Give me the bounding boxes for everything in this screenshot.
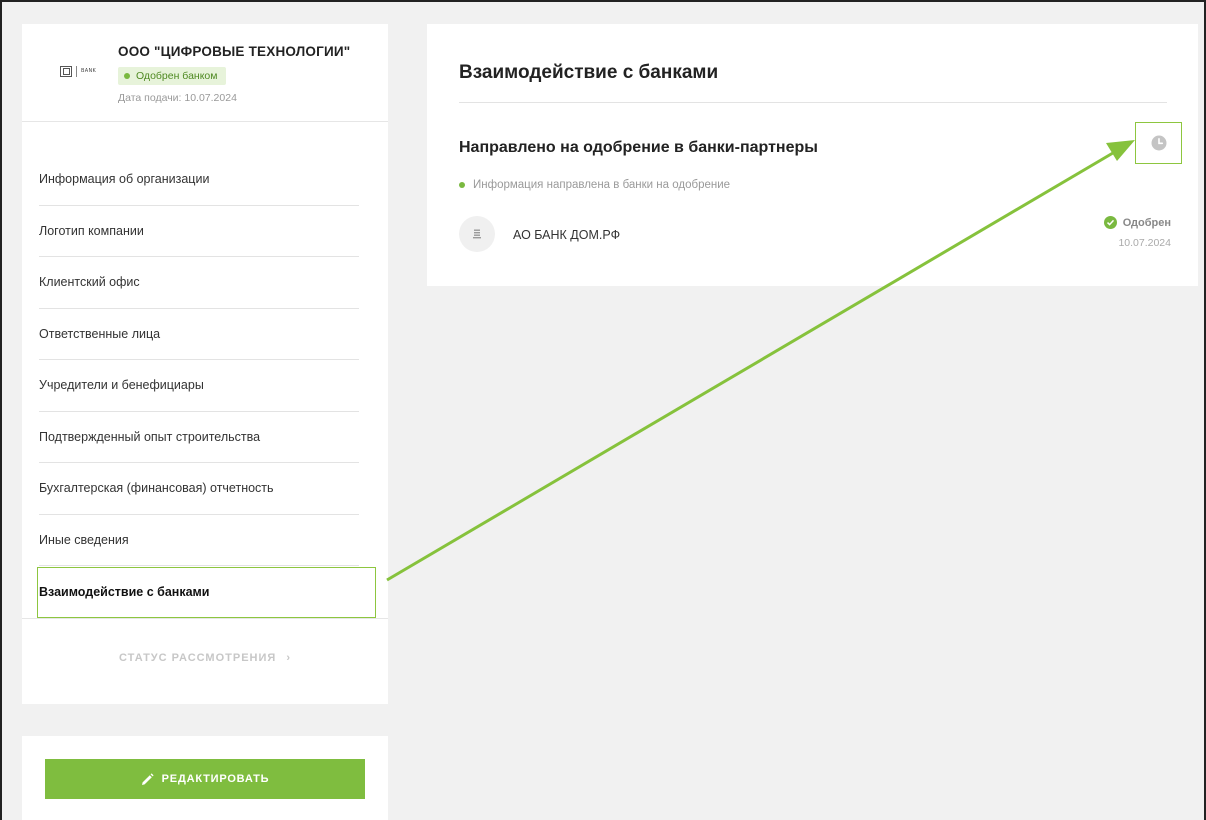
sidebar-nav: Информация об организации Логотип компан…	[22, 154, 388, 618]
sidebar-item-responsible-persons[interactable]: Ответственные лица	[39, 309, 359, 360]
status-badge-label: Одобрен банком	[136, 70, 218, 82]
sidebar-card: BANK ООО "ЦИФРОВЫЕ ТЕХНОЛОГИИ" Одобрен б…	[22, 24, 388, 704]
sidebar-item-other-info[interactable]: Иные сведения	[39, 515, 359, 566]
info-line: Информация направлена в банки на одобрен…	[459, 179, 730, 191]
history-button[interactable]	[1135, 122, 1182, 164]
organization-logo: BANK	[60, 64, 100, 78]
sidebar-footer-divider	[22, 618, 388, 619]
edit-card: РЕДАКТИРОВАТЬ	[22, 736, 388, 820]
bank-status-date: 10.07.2024	[1118, 237, 1171, 249]
organization-header: BANK ООО "ЦИФРОВЫЕ ТЕХНОЛОГИИ" Одобрен б…	[22, 24, 388, 122]
clock-icon	[1151, 135, 1166, 151]
bank-name: АО БАНК ДОМ.РФ	[513, 228, 621, 242]
submit-date: Дата подачи: 10.07.2024	[118, 92, 237, 104]
review-status-label: СТАТУС РАССМОТРЕНИЯ	[119, 652, 277, 664]
section-title: Направлено на одобрение в банки-партнеры	[459, 139, 818, 156]
sidebar-item-founders[interactable]: Учредители и бенефициары	[39, 360, 359, 412]
info-dot-icon	[459, 182, 465, 188]
bank-avatar	[459, 216, 495, 252]
building-icon	[60, 65, 72, 77]
status-badge: Одобрен банком	[118, 67, 226, 85]
info-text: Информация направлена в банки на одобрен…	[473, 179, 731, 191]
document-icon	[473, 229, 481, 239]
edit-button[interactable]: РЕДАКТИРОВАТЬ	[45, 759, 365, 799]
page-title: Взаимодействие с банками	[459, 62, 719, 83]
sidebar-item-construction-experience[interactable]: Подтвержденный опыт строительства	[39, 412, 359, 463]
chevron-right-icon: ›	[286, 652, 291, 664]
main-card: Взаимодействие с банками Направлено на о…	[427, 24, 1198, 286]
title-divider	[459, 102, 1167, 103]
bank-row: АО БАНК ДОМ.РФ Одобрен 10.07.2024	[459, 216, 1171, 256]
status-dot-icon	[124, 73, 130, 79]
edit-button-label: РЕДАКТИРОВАТЬ	[161, 773, 270, 785]
review-status-link[interactable]: СТАТУС РАССМОТРЕНИЯ ›	[22, 652, 388, 664]
organization-name: ООО "ЦИФРОВЫЕ ТЕХНОЛОГИИ"	[118, 44, 351, 59]
sidebar-item-organization-info[interactable]: Информация об организации	[39, 154, 359, 206]
sidebar-item-client-office[interactable]: Клиентский офис	[39, 257, 359, 309]
check-circle-icon	[1103, 216, 1117, 229]
logo-text: BANK	[81, 68, 97, 74]
pencil-icon	[141, 772, 154, 785]
bank-status: Одобрен 10.07.2024	[1103, 216, 1171, 249]
sidebar-item-bank-interaction[interactable]: Взаимодействие с банками	[39, 566, 359, 618]
sidebar-item-financial-statements[interactable]: Бухгалтерская (финансовая) отчетность	[39, 463, 359, 515]
sidebar-item-company-logo[interactable]: Логотип компании	[39, 206, 359, 257]
bank-status-label: Одобрен	[1122, 216, 1171, 229]
logo-divider	[76, 65, 77, 77]
